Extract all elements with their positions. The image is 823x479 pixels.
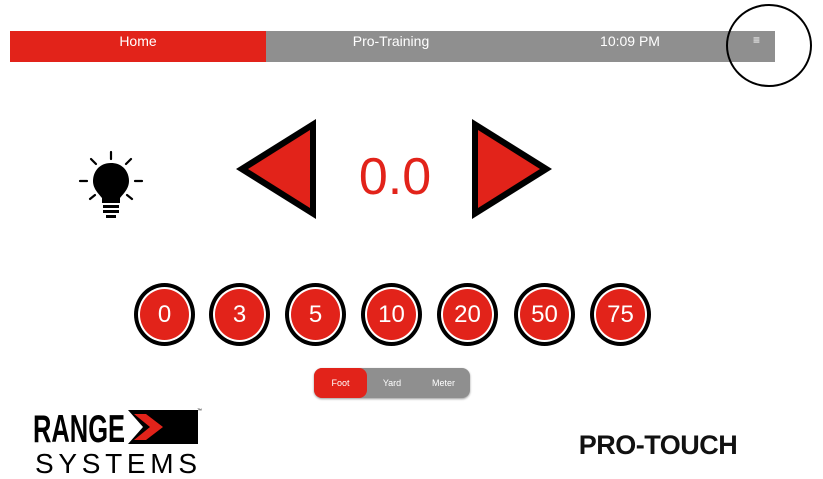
preset-button-75[interactable]: 75 xyxy=(590,283,651,346)
preset-label: 3 xyxy=(213,287,266,342)
preset-label: 20 xyxy=(441,287,494,342)
preset-button-50[interactable]: 50 xyxy=(514,283,575,346)
preset-button-5[interactable]: 5 xyxy=(285,283,346,346)
preset-button-3[interactable]: 3 xyxy=(209,283,270,346)
unit-meter-button[interactable]: Meter xyxy=(417,368,470,398)
tab-home[interactable]: Home xyxy=(10,31,266,62)
preset-label: 5 xyxy=(289,287,342,342)
preset-label: 50 xyxy=(518,287,571,342)
logo-systems-text: SYSTEMS xyxy=(35,448,197,476)
tab-pro-training[interactable]: Pro-Training xyxy=(266,31,516,62)
lightbulb-icon[interactable] xyxy=(78,150,144,222)
unit-foot-button[interactable]: Foot xyxy=(314,368,367,398)
clock-time: 10:09 PM xyxy=(600,33,660,49)
increase-distance-button[interactable] xyxy=(470,117,554,221)
preset-button-0[interactable]: 0 xyxy=(134,283,195,346)
preset-label: 10 xyxy=(365,287,418,342)
preset-label: 75 xyxy=(594,287,647,342)
preset-button-10[interactable]: 10 xyxy=(361,283,422,346)
distance-readout: 0.0 xyxy=(358,148,432,206)
logo-range-text: RANGE xyxy=(33,408,125,451)
logo-trademark: ™ xyxy=(197,408,202,414)
top-nav-bar: Home Pro-Training 10:09 PM ≡ xyxy=(10,31,775,62)
product-name: PRO-TOUCH xyxy=(578,430,738,460)
menu-highlight-circle xyxy=(726,4,812,87)
preset-label: 0 xyxy=(138,287,191,342)
decrease-distance-button[interactable] xyxy=(234,117,318,221)
unit-yard-button[interactable]: Yard xyxy=(367,368,417,398)
unit-selector: Foot Yard Meter xyxy=(314,368,470,398)
range-systems-logo: RANGE ™ SYSTEMS xyxy=(33,408,202,476)
preset-button-20[interactable]: 20 xyxy=(437,283,498,346)
